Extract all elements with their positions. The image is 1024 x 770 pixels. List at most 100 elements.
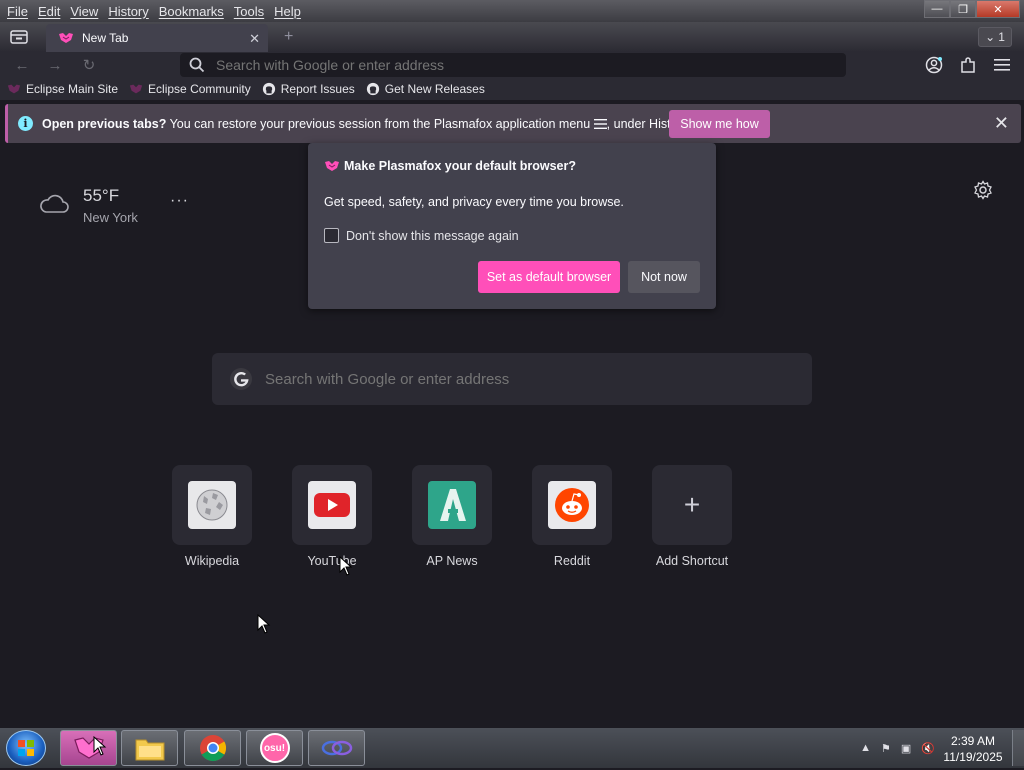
shortcut-wikipedia[interactable]: Wikipedia — [172, 465, 252, 575]
navigation-bar: ← → ↻ — [0, 52, 1024, 78]
newtab-search-box[interactable] — [212, 353, 812, 405]
weather-location: New York — [83, 210, 138, 225]
menu-file[interactable]: File — [3, 4, 32, 19]
dialog-body: Get speed, safety, and privacy every tim… — [324, 195, 624, 209]
plasmafox-icon — [129, 84, 143, 94]
github-icon — [366, 82, 379, 96]
tab-count: 1 — [998, 30, 1005, 44]
menu-edit[interactable]: Edit — [34, 4, 64, 19]
reddit-icon — [548, 481, 596, 529]
shortcut-tile[interactable]: + — [652, 465, 732, 545]
firefox-view-button[interactable] — [8, 27, 30, 47]
list-all-tabs-button[interactable]: ⌄ 1 — [978, 27, 1012, 47]
taskbar-clock[interactable]: 2:39 AM 11/19/2025 — [942, 733, 1004, 765]
menu-bookmarks[interactable]: Bookmarks — [155, 4, 228, 19]
checkbox-label: Don't show this message again — [346, 228, 519, 243]
shortcut-label: Wikipedia — [184, 554, 240, 568]
network-icon[interactable]: ▣ — [901, 742, 911, 755]
address-input[interactable] — [216, 57, 816, 73]
restore-icon: ❐ — [958, 3, 968, 16]
dialog-title: Make Plasmafox your default browser? — [324, 159, 576, 173]
shortcut-label: AP News — [426, 554, 478, 568]
menu-history[interactable]: History — [104, 4, 152, 19]
more-options-icon[interactable]: ··· — [170, 192, 189, 210]
not-now-button[interactable]: Not now — [628, 261, 700, 293]
tab-close-icon[interactable]: ✕ — [249, 31, 260, 47]
shortcut-label: Reddit — [553, 554, 591, 568]
windows-logo-icon — [18, 740, 34, 756]
new-tab-plus-icon[interactable]: + — [284, 28, 293, 46]
address-bar[interactable] — [180, 53, 846, 77]
show-hidden-icons-icon[interactable]: ▲ — [860, 742, 871, 754]
default-browser-dialog: Make Plasmafox your default browser? Get… — [308, 143, 716, 309]
taskbar-file-explorer[interactable] — [121, 730, 178, 766]
show-desktop-button[interactable] — [1012, 730, 1024, 766]
close-window-button[interactable]: ✕ — [976, 0, 1020, 18]
menu-help[interactable]: Help — [270, 4, 305, 19]
wikipedia-icon — [188, 481, 236, 529]
osu-icon: osu! — [259, 733, 290, 763]
shortcut-tile[interactable] — [172, 465, 252, 545]
bookmark-eclipse-main-site[interactable]: Eclipse Main Site — [7, 82, 118, 96]
gear-icon[interactable] — [973, 180, 993, 200]
shortcut-label: YouTube — [307, 554, 357, 568]
taskbar-eclipse[interactable] — [308, 730, 365, 766]
menu-view[interactable]: View — [66, 4, 102, 19]
notification-text: You can restore your previous session fr… — [166, 116, 594, 131]
bookmark-label: Get New Releases — [384, 82, 485, 96]
taskbar-osu[interactable]: osu! — [246, 730, 303, 766]
menu-bar: File Edit View History Bookmarks Tools H… — [0, 0, 1024, 22]
shortcut-tile[interactable] — [532, 465, 612, 545]
bookmark-label: Report Issues — [280, 82, 355, 96]
plasmafox-icon — [59, 33, 73, 43]
taskbar-chrome[interactable] — [184, 730, 241, 766]
dont-show-again-checkbox[interactable]: Don't show this message again — [324, 228, 519, 243]
bookmark-report-issues[interactable]: Report Issues — [262, 82, 355, 96]
plasmafox-icon — [325, 161, 339, 171]
minimize-icon: — — [931, 3, 943, 15]
back-arrow-icon[interactable]: ← — [13, 56, 31, 74]
volume-muted-icon[interactable]: 🔇 — [921, 742, 935, 755]
forward-arrow-icon[interactable]: → — [46, 56, 64, 74]
google-icon — [230, 368, 252, 390]
extensions-button[interactable] — [958, 55, 978, 75]
plasmafox-icon — [7, 84, 21, 94]
tab-title: New Tab — [82, 31, 129, 45]
apnews-icon — [428, 481, 476, 529]
account-icon — [925, 56, 943, 74]
menu-tools[interactable]: Tools — [230, 4, 268, 19]
minimize-button[interactable]: — — [924, 0, 950, 18]
checkbox-box[interactable] — [324, 228, 339, 243]
set-default-browser-button[interactable]: Set as default browser — [478, 261, 620, 293]
chrome-icon — [199, 735, 226, 762]
shortcut-tile[interactable] — [292, 465, 372, 545]
bookmark-get-new-releases[interactable]: Get New Releases — [366, 82, 485, 96]
tab-new-tab[interactable]: New Tab ✕ — [46, 24, 268, 52]
youtube-icon — [308, 481, 356, 529]
restore-button[interactable]: ❐ — [950, 0, 976, 18]
action-center-flag-icon[interactable]: ⚑ — [881, 742, 891, 755]
shortcut-tile[interactable] — [412, 465, 492, 545]
account-button[interactable] — [924, 55, 944, 75]
shortcut-youtube[interactable]: YouTube — [292, 465, 372, 575]
mouse-cursor-icon — [257, 614, 271, 634]
cloud-icon — [40, 194, 69, 213]
shortcut-reddit[interactable]: Reddit — [532, 465, 612, 575]
add-shortcut[interactable]: + Add Shortcut — [652, 465, 732, 575]
eclipse-icon — [321, 740, 352, 756]
newtab-search-input[interactable] — [265, 370, 785, 388]
shortcut-ap-news[interactable]: AP News — [412, 465, 492, 575]
tab-manager-icon — [10, 30, 28, 44]
reload-icon[interactable]: ↻ — [80, 56, 98, 74]
window-controls: — ❐ ✕ — [924, 0, 1020, 18]
start-button[interactable] — [6, 730, 46, 766]
mouse-cursor-icon — [93, 736, 107, 756]
close-icon[interactable]: ✕ — [994, 113, 1009, 134]
search-icon — [189, 57, 205, 73]
app-menu-button[interactable] — [992, 55, 1012, 75]
taskbar-plasmafox[interactable] — [60, 730, 117, 766]
weather-widget[interactable]: 55°F New York ··· — [38, 184, 198, 232]
bookmark-eclipse-community[interactable]: Eclipse Community — [129, 82, 251, 96]
restore-session-notification: i Open previous tabs? You can restore yo… — [5, 104, 1021, 143]
show-me-how-button[interactable]: Show me how — [669, 110, 770, 138]
